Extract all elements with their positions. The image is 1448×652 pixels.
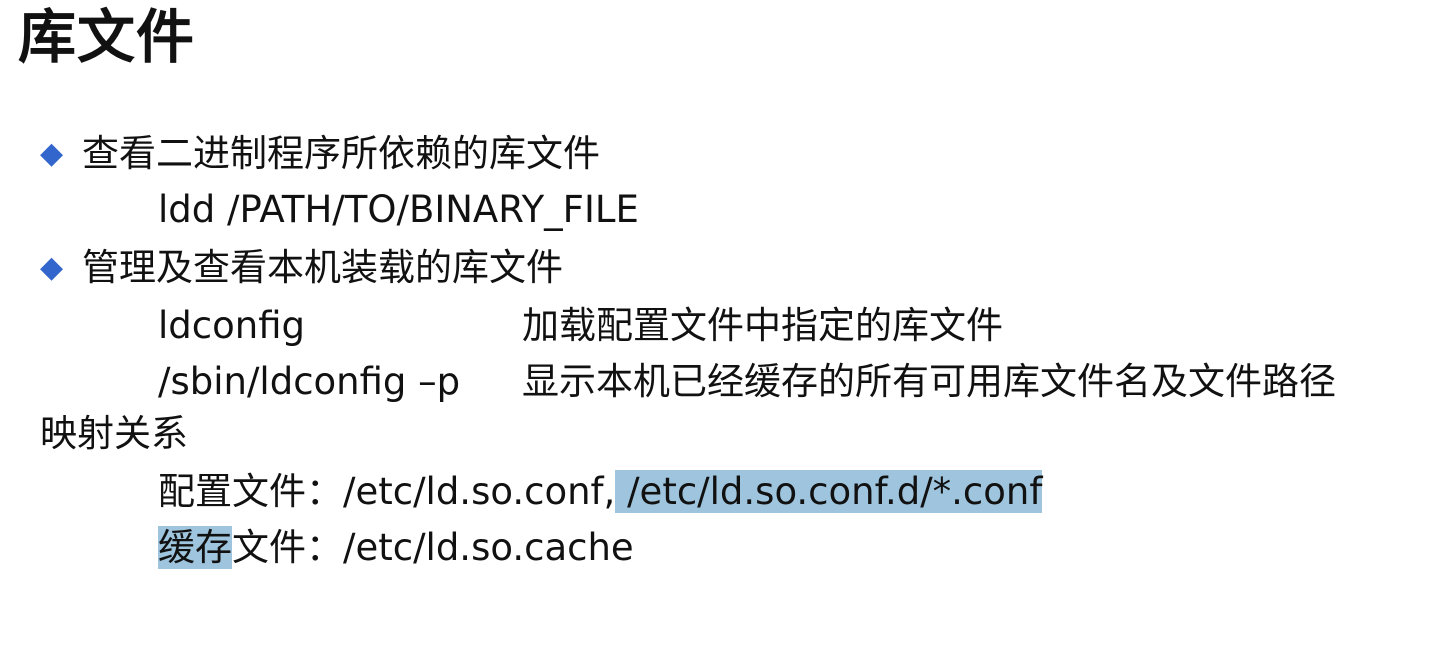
ldconfig-p-row: /sbin/ldconfig –p 显示本机已经缓存的所有可用库文件名及文件路径 <box>158 356 1336 408</box>
diamond-bullet-icon: ◆ <box>40 136 64 171</box>
command-name: ldconfig <box>158 304 305 347</box>
description-wrap: 映射关系 <box>40 412 188 455</box>
selected-text[interactable]: 缓存 <box>158 526 232 569</box>
bullet-item-manage: ◆ 管理及查看本机装载的库文件 <box>40 242 563 294</box>
cache-file-line: 缓存文件：/etc/ld.so.cache <box>158 522 634 574</box>
cache-label: 文件：/etc/ld.so.cache <box>232 526 634 569</box>
bullet-item-dependencies: ◆ 查看二进制程序所依赖的库文件 <box>40 128 600 180</box>
config-label: 配置文件：/etc/ld.so.conf, <box>158 470 616 513</box>
diamond-bullet-icon: ◆ <box>40 250 64 285</box>
bullet-text: 管理及查看本机装载的库文件 <box>82 246 563 289</box>
command-name: /sbin/ldconfig –p <box>158 360 461 403</box>
bullet-text: 查看二进制程序所依赖的库文件 <box>82 132 600 175</box>
command-description: 显示本机已经缓存的所有可用库文件名及文件路径 <box>522 360 1336 403</box>
ldconfig-row: ldconfig 加载配置文件中指定的库文件 <box>158 300 1003 352</box>
selected-text[interactable]: /etc/ld.so.conf.d/*.conf <box>615 470 1043 513</box>
command-description: 加载配置文件中指定的库文件 <box>522 304 1003 347</box>
ldd-command: ldd /PATH/TO/BINARY_FILE <box>158 188 639 231</box>
page-title: 库文件 <box>18 3 196 71</box>
config-files-line: 配置文件：/etc/ld.so.conf, /etc/ld.so.conf.d/… <box>158 466 1043 518</box>
